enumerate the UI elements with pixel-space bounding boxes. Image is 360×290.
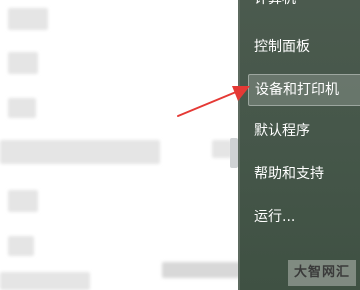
blurred-item [162, 262, 240, 278]
blurred-item [8, 190, 38, 212]
blurred-item [8, 8, 48, 30]
blurred-item [212, 140, 232, 158]
menu-item-computer[interactable]: 计算机 [254, 0, 358, 14]
menu-item-control-panel[interactable]: 控制面板 [254, 32, 358, 62]
blurred-item [8, 98, 36, 118]
menu-item-devices-and-printers[interactable]: 设备和打印机 [248, 74, 360, 106]
start-menu-right-column: 计算机 控制面板 设备和打印机 默认程序 帮助和支持 运行... 大智网汇 [238, 0, 360, 290]
blurred-item [0, 272, 90, 290]
blurred-item [8, 236, 34, 256]
watermark: 大智网汇 [287, 260, 356, 286]
blurred-item [0, 140, 160, 164]
menu-item-run[interactable]: 运行... [254, 202, 358, 232]
menu-item-help-and-support[interactable]: 帮助和支持 [254, 159, 358, 189]
blurred-item [8, 52, 38, 74]
scroll-tab [230, 138, 238, 168]
menu-item-default-programs[interactable]: 默认程序 [254, 116, 358, 146]
start-menu-program-list [0, 0, 243, 290]
